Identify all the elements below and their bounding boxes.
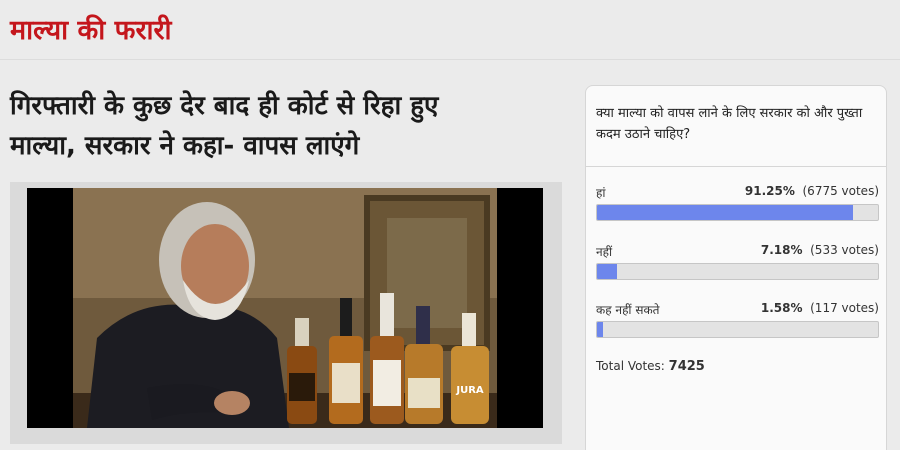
- poll-result-bar: [596, 204, 879, 221]
- poll-option-label: कह नहीं सकते: [596, 303, 660, 317]
- headline-line-1[interactable]: गिरफ्तारी के कुछ देर बाद ही कोर्ट से रिह…: [10, 91, 438, 121]
- poll-option-percent: 7.18%: [760, 243, 803, 257]
- poll-total-votes: Total Votes: 7425: [596, 359, 705, 374]
- poll-result-bar: [596, 321, 879, 338]
- poll-option-votes: (6775 votes): [802, 184, 880, 198]
- poll-option-stat: 1.58% (117 votes): [761, 301, 879, 315]
- article-photo[interactable]: JURA: [27, 188, 543, 428]
- total-votes-label: Total Votes:: [596, 359, 665, 373]
- bottle-label-jura: JURA: [455, 385, 484, 396]
- section-title[interactable]: माल्या की फरारी: [10, 10, 172, 47]
- section-header: माल्या की फरारी: [0, 0, 900, 60]
- poll-option-percent: 91.25%: [744, 184, 795, 198]
- poll-option-no[interactable]: नहीं 7.18% (533 votes): [596, 243, 880, 291]
- poll-option-votes: (117 votes): [810, 301, 879, 315]
- poll-result-fill: [597, 322, 603, 337]
- poll-option-stat: 7.18% (533 votes): [761, 243, 879, 257]
- poll-result-fill: [597, 205, 854, 220]
- headline-line-2[interactable]: माल्या, सरकार ने कहा- वापस लाएंगे: [10, 131, 359, 161]
- poll-option-yes[interactable]: हां 91.25% (6775 votes): [596, 184, 880, 232]
- total-votes-value: 7425: [668, 359, 705, 374]
- photo-illustration: JURA: [27, 188, 543, 428]
- poll-result-bar: [596, 263, 879, 280]
- poll-option-label: हां: [596, 186, 606, 200]
- article-headline[interactable]: गिरफ्तारी के कुछ देर बाद ही कोर्ट से रिह…: [10, 86, 570, 166]
- poll-option-cant-say[interactable]: कह नहीं सकते 1.58% (117 votes): [596, 301, 880, 349]
- poll-question: क्या माल्या को वापस लाने के लिए सरकार को…: [596, 106, 863, 142]
- poll-option-votes: (533 votes): [810, 243, 879, 257]
- poll-option-percent: 1.58%: [760, 301, 803, 315]
- poll-divider: [586, 166, 886, 167]
- poll-widget: क्या माल्या को वापस लाने के लिए सरकार को…: [585, 85, 887, 450]
- poll-option-stat: 91.25% (6775 votes): [745, 184, 879, 198]
- poll-option-label: नहीं: [596, 245, 613, 259]
- poll-result-fill: [597, 264, 618, 279]
